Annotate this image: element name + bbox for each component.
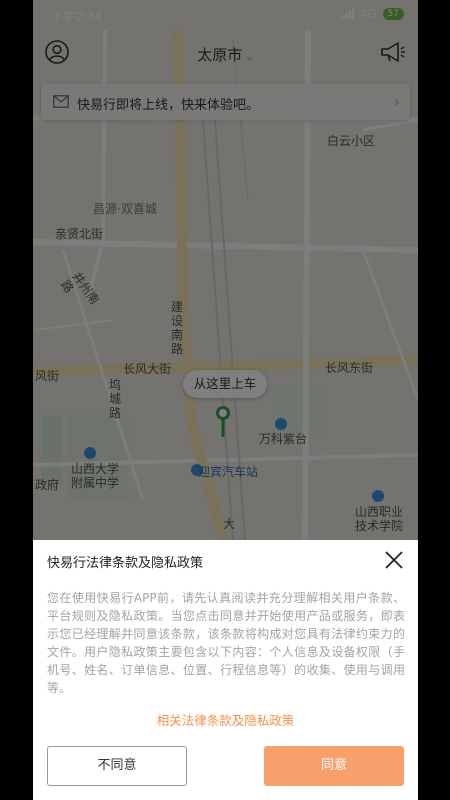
privacy-dialog: 快易行法律条款及隐私政策 您在使用快易行APP前，请先认真阅读并充分理解相关用户… bbox=[33, 540, 418, 800]
close-icon[interactable] bbox=[384, 550, 404, 570]
agree-button[interactable]: 同意 bbox=[264, 746, 404, 786]
policy-link[interactable]: 相关法律条款及隐私政策 bbox=[33, 710, 418, 729]
dialog-body: 您在使用快易行APP前，请先认真阅读并充分理解相关用户条款、平台规则及隐私政策。… bbox=[47, 591, 405, 695]
dialog-title: 快易行法律条款及隐私政策 bbox=[47, 556, 204, 571]
modal-backdrop bbox=[33, 0, 418, 540]
app-screen: 白云小区 长风东街 长风大街 风街 亲贤北街 昌源·双喜城 建设南路 井州南路 … bbox=[33, 0, 418, 800]
disagree-button[interactable]: 不同意 bbox=[47, 746, 187, 786]
